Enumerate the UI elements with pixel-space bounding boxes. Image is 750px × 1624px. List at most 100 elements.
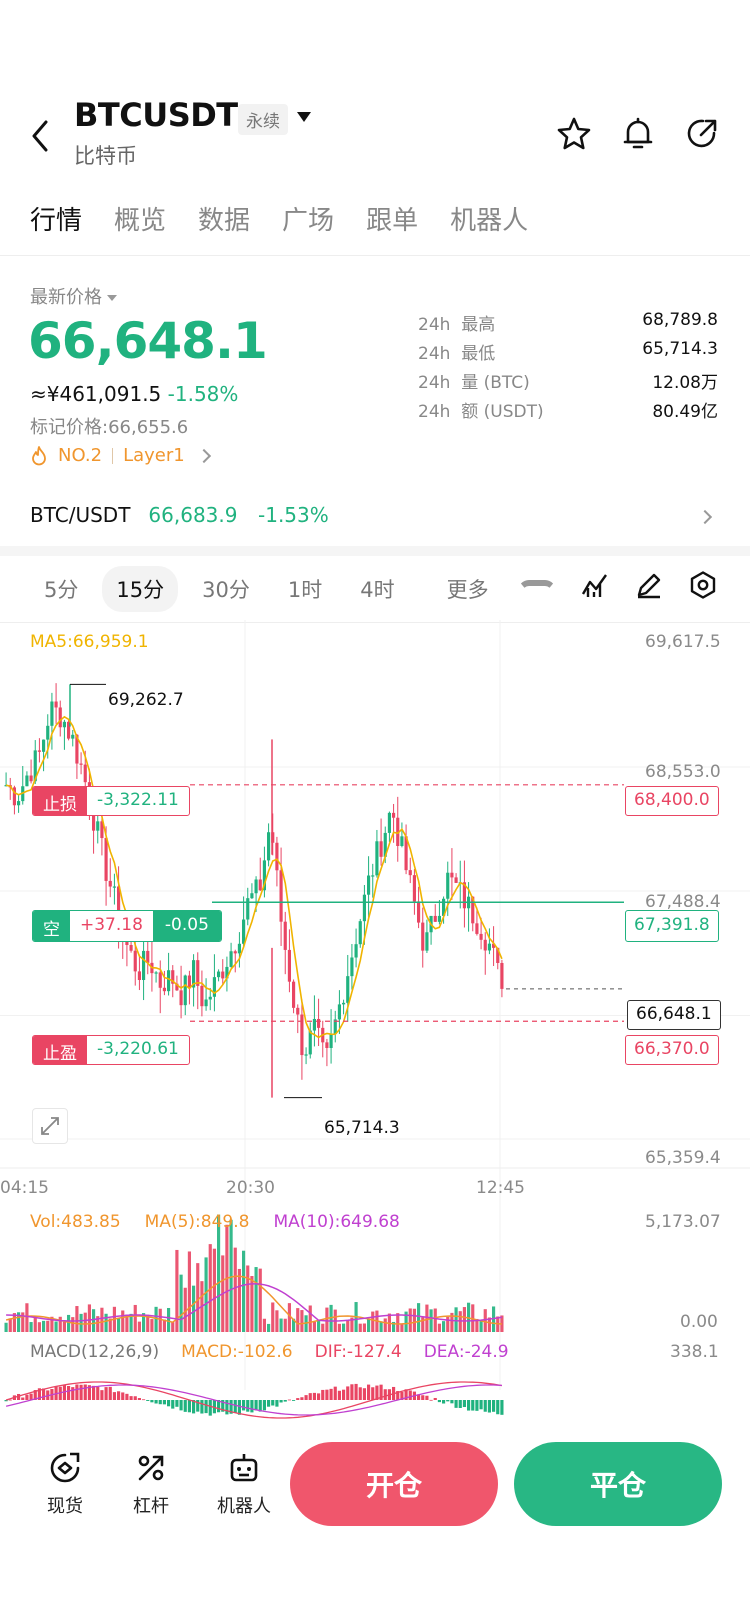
candle-body [142,950,146,981]
tab-data[interactable]: 数据 [198,200,250,237]
nav-margin[interactable]: 杠杆 [116,1450,186,1518]
candle-body [371,875,375,877]
candle-body [375,841,379,876]
chevron-down-icon[interactable] [297,112,311,122]
settings-icon[interactable] [688,570,720,602]
volume-bar [133,1304,137,1332]
volume-bar [412,1308,416,1332]
volume-bar [42,1320,46,1332]
candle-body [79,763,83,765]
dea-value: DEA:-24.9 [423,1342,509,1362]
timeframe-bar: 5分 15分 30分 1时 4时 更多 [30,566,590,612]
tf-more[interactable]: 更多 [419,566,580,612]
macd-bar [162,1400,166,1405]
bell-icon[interactable] [620,116,660,156]
candle-body [258,879,262,891]
candle-body [229,951,233,967]
tab-overview[interactable]: 概览 [114,200,166,237]
position-tag[interactable]: 空 +37.18 -0.05 [32,910,222,942]
volume-bar [212,1248,216,1332]
symbol-title[interactable]: BTCUSDT [74,96,238,134]
stop-loss-tag[interactable]: 止损 -3,322.11 [32,786,190,816]
candle-body [108,880,112,887]
macd-bar [467,1400,471,1411]
candle-body [325,1042,329,1048]
tf-1h[interactable]: 1时 [274,566,336,612]
volume-bar [396,1313,400,1332]
macd-bar [458,1400,462,1408]
time-label-2: 20:30 [226,1178,275,1198]
stat-row: 24h 量 (BTC) 12.08万 [418,373,718,393]
leverage-icon [138,1455,164,1481]
macd-bar [450,1400,454,1404]
candle-body [17,801,21,806]
candle-body [425,932,429,951]
tab-bots[interactable]: 机器人 [450,200,528,237]
macd-bar [200,1400,204,1414]
macd-bar [25,1394,29,1400]
tag-row[interactable]: NO.2 Layer1 [30,445,211,466]
candle-body [287,949,291,982]
nav-spot[interactable]: 现货 [30,1450,100,1518]
macd-bar [471,1400,475,1411]
rank-tag[interactable]: NO.2 [58,445,102,466]
macd-legend: MACD(12,26,9) MACD:-102.6 DIF:-127.4 DEA… [30,1342,509,1362]
take-profit-price[interactable]: 66,370.0 [625,1035,719,1065]
macd-bar [233,1400,237,1413]
volume-bar [367,1319,371,1332]
volume-bar [254,1267,258,1332]
volume-bar [300,1310,304,1332]
volume-bar [321,1323,325,1332]
volume-bar [433,1308,437,1332]
stop-loss-price[interactable]: 68,400.0 [625,786,719,816]
tf-4h[interactable]: 4时 [346,566,408,612]
macd-bar [317,1393,321,1400]
chevron-right-icon[interactable] [697,509,713,525]
coin-name: 比特币 [74,144,137,168]
spot-change: -1.53% [258,503,329,527]
category-tag[interactable]: Layer1 [123,445,185,466]
ma5-line [5,715,503,1039]
spot-price-row[interactable]: BTC/USDT 66,683.9 [30,503,237,527]
volume-bar [358,1323,362,1332]
latest-price-label[interactable]: 最新价格 [30,283,117,309]
tf-5m[interactable]: 5分 [30,566,92,612]
tab-market[interactable]: 行情 [30,200,82,237]
volume-bar [33,1316,37,1332]
indicator-icon[interactable] [580,570,612,602]
volume-bar [446,1316,450,1332]
position-pnl: +37.18 [80,915,143,935]
take-profit-label: 止盈 [33,1036,87,1064]
position-price[interactable]: 67,391.8 [625,910,719,942]
star-icon[interactable] [556,116,596,156]
tab-copy-trading[interactable]: 跟单 [366,200,418,237]
candle-body [304,1054,308,1056]
nav-bots[interactable]: 机器人 [204,1450,284,1518]
main-tabs: 行情 概览 数据 广场 跟单 机器人 [30,200,528,237]
macd-bar [283,1400,287,1402]
candle-body [221,971,225,979]
macd-bar [287,1399,291,1401]
tab-square[interactable]: 广场 [282,200,334,237]
tf-15m[interactable]: 15分 [102,566,179,612]
draw-pencil-icon[interactable] [634,570,666,602]
volume-bar [417,1303,421,1332]
macd-bar [475,1400,479,1411]
macd-bar [21,1397,25,1400]
candle-body [283,921,287,950]
robot-icon [230,1454,258,1482]
expand-icon[interactable] [32,1108,68,1144]
take-profit-tag[interactable]: 止盈 -3,220.61 [32,1035,190,1065]
macd-bar [483,1400,487,1412]
share-icon[interactable] [684,116,724,156]
tf-30m[interactable]: 30分 [188,566,264,612]
open-position-button[interactable]: 开仓 [290,1442,498,1526]
spot-icon [50,1452,80,1483]
macd-bar [346,1386,350,1400]
volume-legend: Vol:483.85 MA(5):849.8 MA(10):649.68 [30,1212,400,1232]
back-icon[interactable] [26,116,56,156]
candle-body [367,875,371,895]
volume-bar [483,1309,487,1332]
close-position-button[interactable]: 平仓 [514,1442,722,1526]
candle-body [379,841,383,857]
